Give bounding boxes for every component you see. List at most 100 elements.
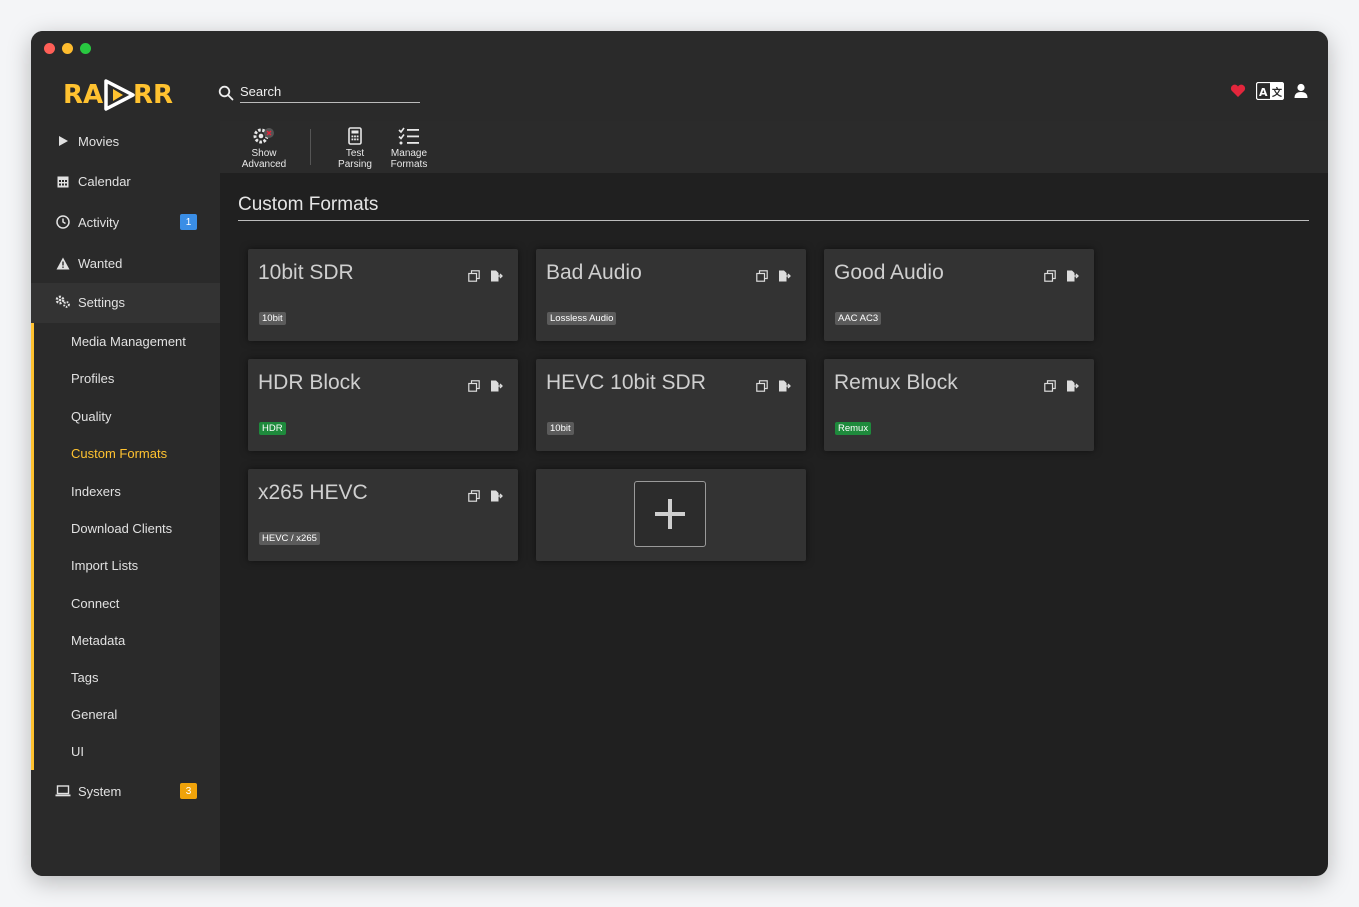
add-custom-format-card[interactable] bbox=[536, 469, 806, 561]
add-custom-format-button[interactable] bbox=[634, 481, 706, 547]
close-window-button[interactable] bbox=[44, 43, 55, 54]
settings-item-quality[interactable]: Quality bbox=[71, 409, 111, 424]
sidebar-item-label: Movies bbox=[78, 133, 120, 149]
test-parsing-button[interactable]: Test Parsing bbox=[325, 125, 385, 170]
sidebar-item-label: Wanted bbox=[78, 255, 123, 271]
manage-formats-label-line1: Manage bbox=[390, 148, 428, 159]
clone-icon[interactable] bbox=[756, 269, 768, 282]
list-check-icon bbox=[379, 125, 439, 147]
app-window: RA RR A 文 bbox=[31, 31, 1328, 876]
heart-icon[interactable] bbox=[1230, 84, 1246, 103]
sidebar-item-calendar[interactable]: Calendar bbox=[31, 161, 220, 201]
settings-item-general[interactable]: General bbox=[71, 707, 117, 722]
title-bar bbox=[31, 31, 1328, 67]
settings-item-profiles[interactable]: Profiles bbox=[71, 371, 114, 386]
page-title: Custom Formats bbox=[238, 194, 1309, 221]
sidebar-item-settings[interactable]: Settings bbox=[31, 283, 220, 323]
specification-tag: HEVC / x265 bbox=[259, 532, 320, 545]
logo-text-left: RA bbox=[63, 80, 103, 110]
export-icon[interactable] bbox=[778, 379, 791, 392]
specification-tag: HDR bbox=[259, 422, 286, 435]
clone-icon[interactable] bbox=[756, 379, 768, 392]
export-icon[interactable] bbox=[1066, 269, 1079, 282]
settings-item-import-lists[interactable]: Import Lists bbox=[71, 558, 138, 573]
play-icon bbox=[55, 133, 71, 149]
settings-item-metadata[interactable]: Metadata bbox=[71, 633, 125, 648]
manage-formats-button[interactable]: Manage Formats bbox=[379, 125, 439, 170]
svg-text:RR: RR bbox=[133, 80, 173, 110]
settings-item-download-clients[interactable]: Download Clients bbox=[71, 521, 172, 536]
export-icon[interactable] bbox=[490, 269, 503, 282]
specification-tag: Lossless Audio bbox=[547, 312, 617, 325]
custom-format-name: Remux Block bbox=[834, 371, 958, 394]
specification-tag: 10bit bbox=[547, 422, 574, 435]
svg-text:文: 文 bbox=[1272, 86, 1283, 99]
plus-icon bbox=[655, 499, 685, 529]
custom-format-name: 10bit SDR bbox=[258, 261, 354, 284]
sidebar: Movies Calendar Activity 1 Wanted Settin… bbox=[31, 121, 220, 876]
custom-format-card[interactable]: Remux Block Remux bbox=[824, 359, 1094, 451]
page-header: RA RR A 文 bbox=[31, 67, 1328, 121]
settings-item-tags[interactable]: Tags bbox=[71, 670, 98, 685]
export-icon[interactable] bbox=[490, 379, 503, 392]
export-icon[interactable] bbox=[490, 489, 503, 502]
sidebar-item-movies[interactable]: Movies bbox=[31, 121, 220, 161]
specification-tag: Remux bbox=[835, 422, 872, 435]
clone-icon[interactable] bbox=[468, 379, 480, 392]
translate-icon[interactable]: A 文 bbox=[1255, 81, 1285, 105]
clock-icon bbox=[55, 214, 71, 230]
custom-format-name: HEVC 10bit SDR bbox=[546, 371, 706, 394]
minimize-window-button[interactable] bbox=[62, 43, 73, 54]
laptop-icon bbox=[55, 783, 71, 799]
custom-format-name: HDR Block bbox=[258, 371, 361, 394]
test-parsing-label-line2: Parsing bbox=[338, 158, 372, 170]
custom-format-card[interactable]: x265 HEVC HEVC / x265 bbox=[248, 469, 518, 561]
settings-item-ui[interactable]: UI bbox=[71, 744, 84, 759]
search-box bbox=[218, 81, 420, 103]
show-advanced-button[interactable]: Show Advanced bbox=[234, 125, 294, 170]
clone-icon[interactable] bbox=[1044, 269, 1056, 282]
maximize-window-button[interactable] bbox=[80, 43, 91, 54]
settings-item-media-management[interactable]: Media Management bbox=[71, 334, 186, 349]
search-input[interactable] bbox=[240, 81, 420, 103]
test-parsing-label-line1: Test bbox=[345, 148, 365, 159]
settings-item-indexers[interactable]: Indexers bbox=[71, 484, 121, 499]
sidebar-item-label: Settings bbox=[78, 295, 125, 310]
custom-format-card[interactable]: HEVC 10bit SDR 10bit bbox=[536, 359, 806, 451]
advanced-settings-icon bbox=[234, 125, 294, 147]
settings-section: Settings Media Management Profiles Quali… bbox=[31, 283, 220, 770]
settings-item-custom-formats[interactable]: Custom Formats bbox=[71, 446, 167, 461]
custom-format-name: Good Audio bbox=[834, 261, 944, 284]
custom-format-name: Bad Audio bbox=[546, 261, 642, 284]
toolbar-separator bbox=[310, 129, 311, 165]
header-icons: A 文 bbox=[1230, 81, 1308, 105]
user-icon[interactable] bbox=[1294, 83, 1308, 104]
custom-format-card[interactable]: HDR Block HDR bbox=[248, 359, 518, 451]
show-advanced-label-line1: Show bbox=[251, 148, 277, 159]
export-icon[interactable] bbox=[1066, 379, 1079, 392]
calendar-icon bbox=[55, 173, 71, 189]
warning-icon bbox=[55, 255, 71, 271]
system-count-badge: 3 bbox=[180, 783, 197, 799]
svg-text:A: A bbox=[1259, 86, 1268, 99]
custom-format-name: x265 HEVC bbox=[258, 481, 368, 504]
custom-format-card[interactable]: 10bit SDR 10bit bbox=[248, 249, 518, 341]
sidebar-item-wanted[interactable]: Wanted bbox=[31, 243, 220, 283]
clone-icon[interactable] bbox=[1044, 379, 1056, 392]
gears-icon bbox=[55, 295, 71, 311]
show-advanced-label-line2: Advanced bbox=[241, 158, 287, 170]
clone-icon[interactable] bbox=[468, 269, 480, 282]
sidebar-item-label: System bbox=[78, 783, 122, 799]
custom-format-card[interactable]: Bad Audio Lossless Audio bbox=[536, 249, 806, 341]
clone-icon[interactable] bbox=[468, 489, 480, 502]
sidebar-item-label: Activity bbox=[78, 214, 120, 230]
radarr-logo[interactable]: RA RR bbox=[61, 71, 181, 115]
specification-tag: 10bit bbox=[259, 312, 286, 325]
sidebar-item-activity[interactable]: Activity 1 bbox=[31, 202, 220, 242]
settings-item-connect[interactable]: Connect bbox=[71, 596, 119, 611]
custom-format-card[interactable]: Good Audio AAC AC3 bbox=[824, 249, 1094, 341]
calculator-icon bbox=[325, 125, 385, 147]
manage-formats-label-line2: Formats bbox=[390, 158, 428, 170]
export-icon[interactable] bbox=[778, 269, 791, 282]
sidebar-item-system[interactable]: System 3 bbox=[31, 771, 220, 811]
